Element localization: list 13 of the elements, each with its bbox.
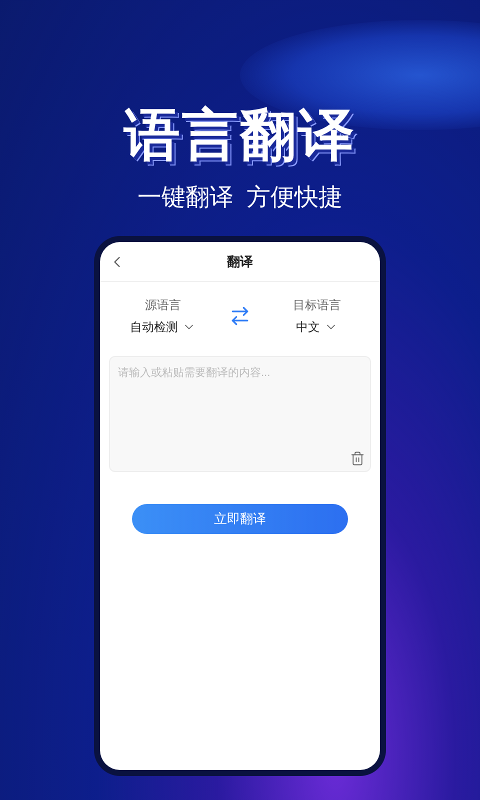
- swap-arrows-icon: [229, 305, 251, 327]
- source-language-label: 源语言: [145, 297, 181, 314]
- trash-icon: [350, 451, 365, 466]
- target-language-label: 目标语言: [293, 297, 341, 314]
- swap-languages-button[interactable]: [229, 305, 251, 327]
- screen-title: 翻译: [227, 252, 253, 271]
- translate-button[interactable]: 立即翻译: [132, 504, 348, 534]
- target-language-dropdown[interactable]: 中文: [296, 318, 338, 336]
- headline: 语言翻译: [124, 102, 356, 168]
- input-field[interactable]: 请输入或粘贴需要翻译的内容...: [109, 356, 371, 472]
- subtitle: 一键翻译 方便快捷: [137, 183, 343, 213]
- source-language-dropdown[interactable]: 自动检测: [130, 318, 196, 336]
- delete-button[interactable]: [350, 451, 365, 466]
